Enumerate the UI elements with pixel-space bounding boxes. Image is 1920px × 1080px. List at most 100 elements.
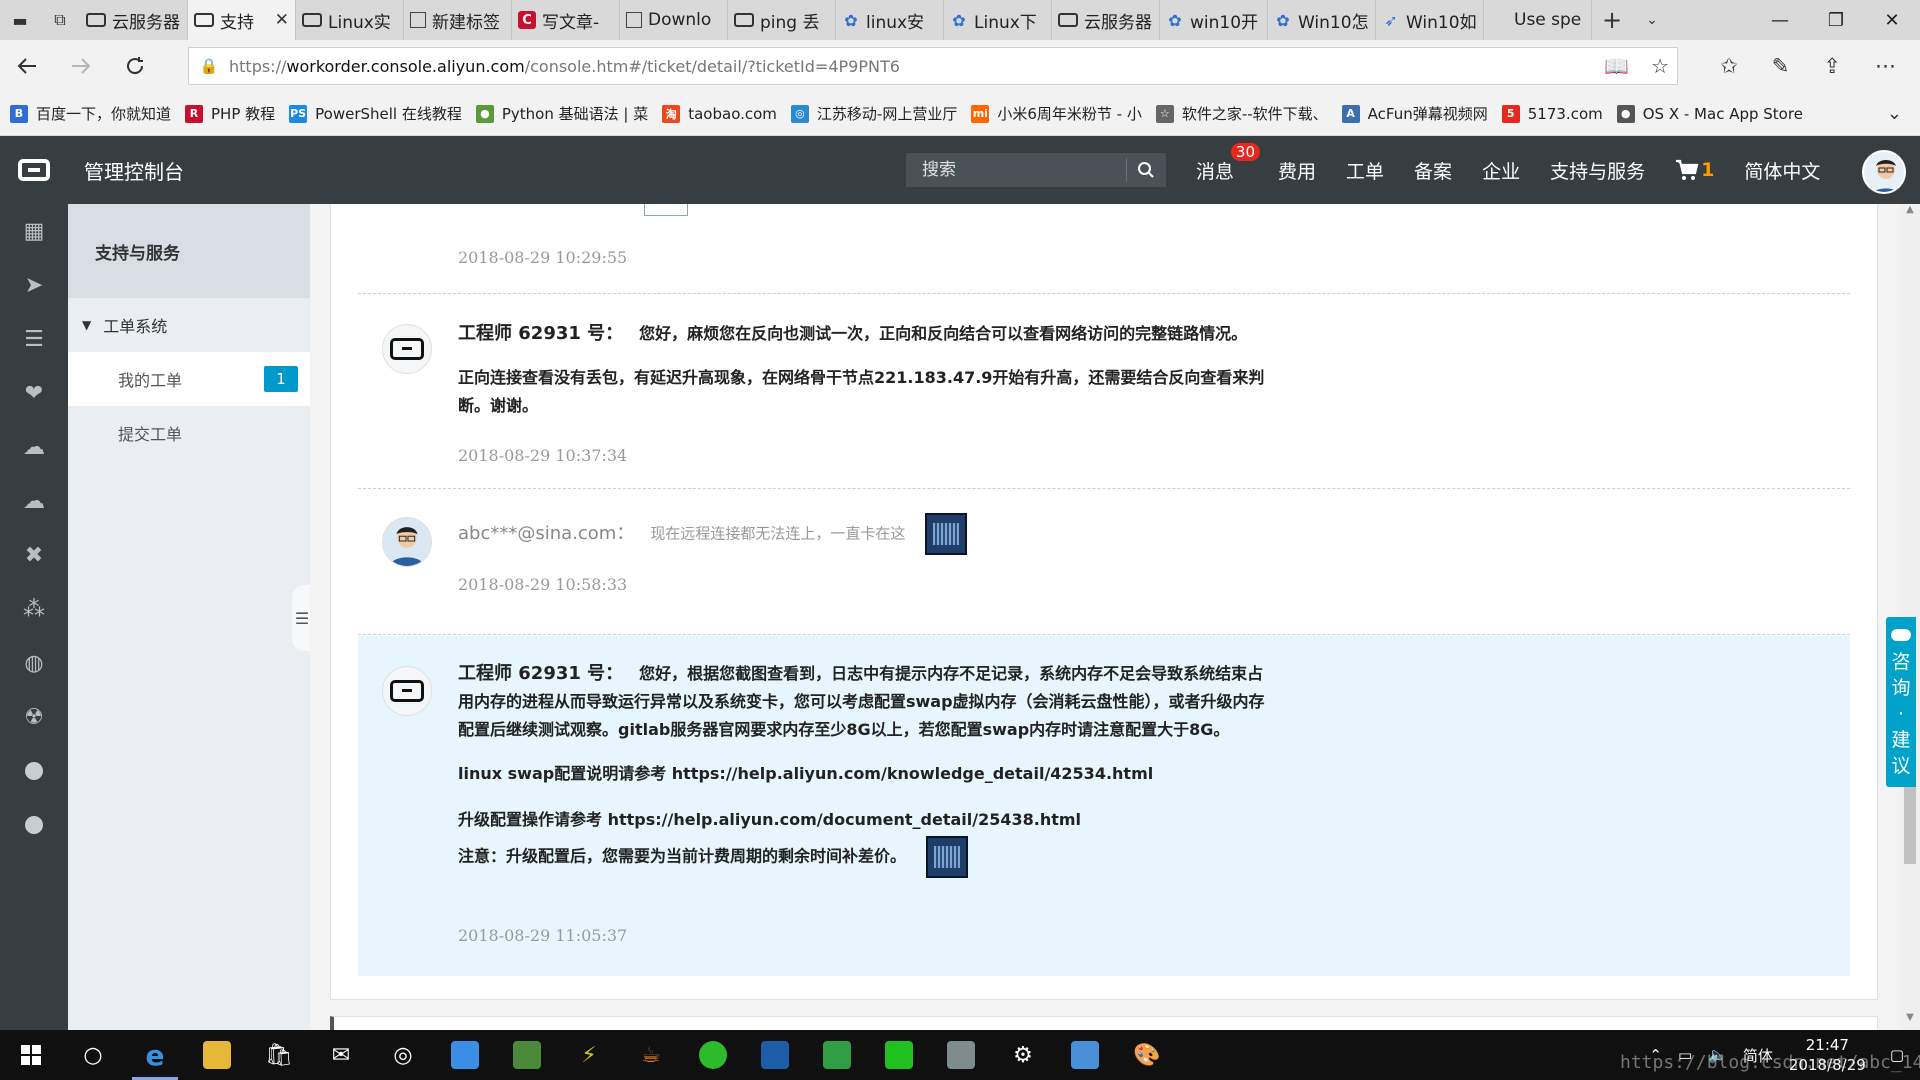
restore-button[interactable]: ❐: [1808, 0, 1864, 40]
sidebar-item-my-tickets[interactable]: 我的工单 1: [68, 352, 310, 406]
browser-tab[interactable]: ✿ win10开: [1160, 0, 1268, 40]
security-icon[interactable]: ☢: [0, 690, 68, 744]
nav-messages[interactable]: 消息 30: [1196, 142, 1261, 184]
nav-billing[interactable]: 费用: [1278, 157, 1316, 184]
taskbar-app-paint[interactable]: 🎨: [1116, 1030, 1178, 1080]
all-products-grid-icon[interactable]: ▦: [0, 204, 68, 258]
bookmark-item[interactable]: ◎ 江苏移动-网上营业厅: [790, 103, 957, 124]
bookmark-item[interactable]: ● OS X - Mac App Store: [1616, 103, 1803, 124]
close-tab-icon[interactable]: ✕: [275, 10, 289, 30]
tab-actions-icon[interactable]: ▬: [0, 0, 40, 40]
taskbar-store[interactable]: 🛍: [248, 1030, 310, 1080]
taskbar-app-window[interactable]: [1054, 1030, 1116, 1080]
taskbar-app-yellow[interactable]: ⚡: [558, 1030, 620, 1080]
browser-tab[interactable]: ✿ linux安: [836, 0, 944, 40]
bookmark-item[interactable]: A AcFun弹幕视频网: [1341, 103, 1488, 124]
browser-tab[interactable]: ➶ Win10如: [1376, 0, 1484, 40]
user-avatar[interactable]: [1862, 150, 1906, 194]
database-icon[interactable]: ❤: [0, 366, 68, 420]
start-button[interactable]: [0, 1030, 62, 1080]
browser-tab[interactable]: 云服务器: [1052, 0, 1160, 40]
back-button[interactable]: [0, 40, 54, 92]
search-icon[interactable]: [1127, 161, 1165, 179]
taskbar-app-pen[interactable]: [496, 1030, 558, 1080]
browser-tab[interactable]: 云服务器: [80, 0, 188, 40]
globe-icon[interactable]: ◍: [0, 636, 68, 690]
browser-tab[interactable]: C 写文章-: [512, 0, 620, 40]
bookmark-item[interactable]: 5 5173.com: [1501, 103, 1603, 124]
url-field[interactable]: 🔒 https://workorder.console.aliyun.com/c…: [188, 47, 1678, 85]
nav-language[interactable]: 简体中文: [1744, 157, 1820, 184]
taskbar-app-media[interactable]: [744, 1030, 806, 1080]
taskbar-file-explorer[interactable]: [186, 1030, 248, 1080]
nav-support[interactable]: 支持与服务: [1550, 157, 1645, 184]
volume-icon[interactable]: 🔈: [1708, 1046, 1727, 1064]
attachment-thumbnail[interactable]: [644, 204, 688, 216]
cart-button[interactable]: 1: [1675, 159, 1714, 181]
taskbar-app-bird[interactable]: [434, 1030, 496, 1080]
circle-icon[interactable]: [0, 798, 68, 852]
nav-icp[interactable]: 备案: [1414, 157, 1452, 184]
sidebar-item-submit-ticket[interactable]: 提交工单: [68, 406, 310, 460]
nav-tickets[interactable]: 工单: [1346, 157, 1384, 184]
reading-view-icon[interactable]: 📖: [1604, 54, 1629, 78]
favorites-hub-icon[interactable]: ✩: [1720, 54, 1738, 78]
new-tab-button[interactable]: +: [1592, 0, 1632, 40]
sidebar-collapse-handle[interactable]: ☰: [292, 585, 312, 651]
browser-tab[interactable]: ✿ Win10怎: [1268, 0, 1376, 40]
storage-icon[interactable]: ☰: [0, 312, 68, 366]
cloud-icon[interactable]: ☁: [0, 420, 68, 474]
taskbar-settings[interactable]: ⚙: [992, 1030, 1054, 1080]
console-title[interactable]: 管理控制台: [84, 156, 184, 185]
taskbar-mail[interactable]: ✉: [310, 1030, 372, 1080]
taskbar-app-screen[interactable]: [930, 1030, 992, 1080]
bookmark-item[interactable]: ☆ 软件之家--软件下载、: [1155, 103, 1328, 124]
ime-indicator[interactable]: 简体: [1743, 1045, 1773, 1066]
screenshot-thumbnail[interactable]: [925, 513, 968, 555]
scroll-down-icon[interactable]: ▼: [1900, 1012, 1920, 1030]
tools-icon[interactable]: ✖: [0, 528, 68, 582]
bookmark-item[interactable]: PS PowerShell 在线教程: [289, 103, 462, 124]
more-menu-icon[interactable]: ⋯: [1875, 54, 1896, 78]
favorite-star-icon[interactable]: ☆: [1651, 54, 1669, 78]
taskbar-app-cup[interactable]: ☕: [620, 1030, 682, 1080]
action-center-icon[interactable]: ▢: [1890, 1046, 1904, 1064]
sidebar-group-tickets[interactable]: ▼ 工单系统: [68, 298, 310, 352]
search-input[interactable]: [906, 160, 1126, 180]
bookmark-item[interactable]: R PHP 教程: [185, 103, 275, 124]
favorites-more-chevron-icon[interactable]: ⌄: [1887, 103, 1902, 124]
refresh-button[interactable]: [108, 40, 162, 92]
bookmark-item[interactable]: B 百度一下，你就知道: [10, 103, 171, 124]
ecs-icon[interactable]: ➤: [0, 258, 68, 312]
minimize-button[interactable]: —: [1752, 0, 1808, 40]
browser-tab[interactable]: Downlo: [620, 0, 728, 40]
bookmark-item[interactable]: mi 小米6周年米粉节 - 小: [971, 103, 1142, 124]
scroll-up-icon[interactable]: ▲: [1900, 204, 1920, 222]
nav-enterprise[interactable]: 企业: [1482, 157, 1520, 184]
bookmark-item[interactable]: 淘 taobao.com: [662, 103, 777, 124]
browser-tab[interactable]: Use spe: [1484, 0, 1592, 40]
browser-tab[interactable]: 新建标签: [404, 0, 512, 40]
bookmark-item[interactable]: ● Python 基础语法 | 菜: [475, 103, 648, 124]
feedback-tab[interactable]: 咨询 · 建议: [1886, 617, 1916, 787]
cortana-button[interactable]: ○: [62, 1030, 124, 1080]
taskbar-edge[interactable]: e: [124, 1030, 186, 1080]
network-icon[interactable]: ▭: [1678, 1046, 1692, 1064]
taskbar-iqiyi[interactable]: [868, 1030, 930, 1080]
taskbar-media[interactable]: ◎: [372, 1030, 434, 1080]
network-icon[interactable]: ⁂: [0, 582, 68, 636]
close-window-button[interactable]: ✕: [1864, 0, 1920, 40]
tab-preview-chevron-icon[interactable]: ⌄: [1632, 0, 1672, 40]
system-clock[interactable]: 21:47 2018/8/29: [1789, 1035, 1866, 1075]
forward-button[interactable]: [54, 40, 108, 92]
web-note-icon[interactable]: ✎: [1772, 54, 1790, 78]
tabs-aside-icon[interactable]: ⧉: [40, 0, 80, 40]
show-hidden-icons-chevron[interactable]: ⌃: [1649, 1046, 1662, 1064]
taskbar-app-green[interactable]: [806, 1030, 868, 1080]
browser-tab[interactable]: 支持 ✕: [188, 0, 296, 40]
circle-icon[interactable]: [0, 744, 68, 798]
share-icon[interactable]: ⇪: [1823, 54, 1841, 78]
browser-tab[interactable]: ping 丢: [728, 0, 836, 40]
browser-tab[interactable]: ✿ Linux下: [944, 0, 1052, 40]
taskbar-wechat[interactable]: [682, 1030, 744, 1080]
